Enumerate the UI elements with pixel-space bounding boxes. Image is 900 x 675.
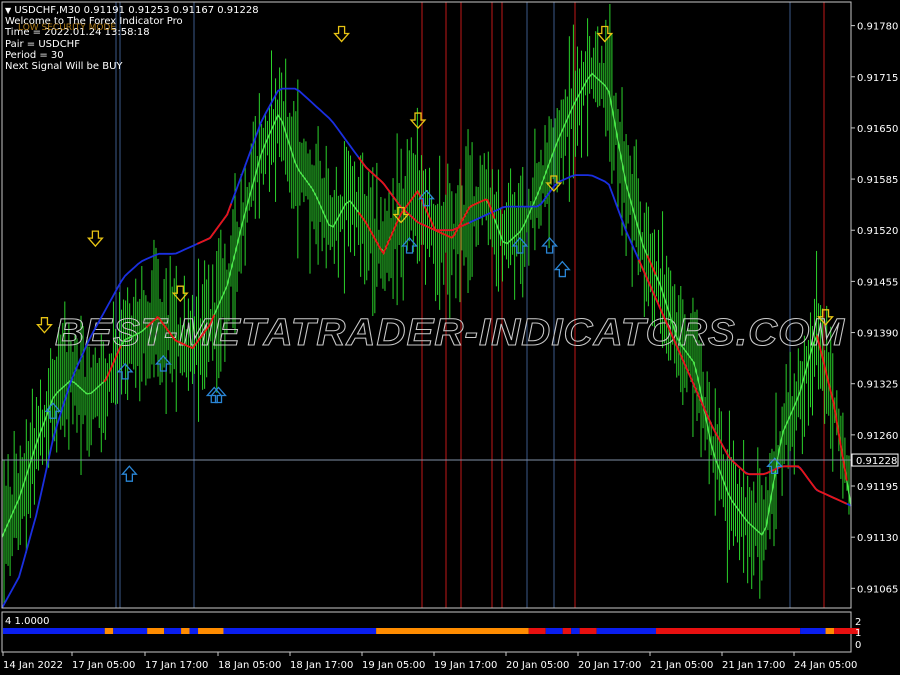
time-label: 17 Jan 05:00 bbox=[72, 660, 135, 671]
indicator-label: 4 1.0000 bbox=[5, 616, 50, 627]
indicator-bar-segment bbox=[545, 628, 563, 634]
time-label: 19 Jan 17:00 bbox=[434, 660, 497, 671]
price-label: 0.91130 bbox=[857, 533, 898, 544]
indicator-panel: 210 bbox=[3, 617, 861, 651]
price-label: 0.91780 bbox=[857, 22, 898, 33]
sell-arrow-icon bbox=[36, 317, 53, 334]
time-label: 20 Jan 05:00 bbox=[506, 660, 569, 671]
price-label: 0.91325 bbox=[857, 380, 898, 391]
time-label: 18 Jan 17:00 bbox=[290, 660, 353, 671]
indicator-scale-label: 2 bbox=[855, 617, 861, 628]
indicator-bar-segment bbox=[655, 628, 801, 634]
price-label: 0.91195 bbox=[857, 482, 898, 493]
info-line-pair: Pair = USDCHF bbox=[5, 38, 80, 50]
indicator-bar-segment bbox=[579, 628, 597, 634]
sell-arrow-icon bbox=[171, 285, 189, 303]
price-label: 0.91260 bbox=[857, 431, 898, 442]
ma-red-segment bbox=[637, 259, 848, 505]
time-label: 19 Jan 05:00 bbox=[362, 660, 425, 671]
indicator-bar-segment bbox=[528, 628, 546, 634]
time-axis: 14 Jan 2022 17 Jan 05:00 17 Jan 17:00 18 Ja… bbox=[2, 652, 857, 671]
time-label: 20 Jan 17:00 bbox=[578, 660, 641, 671]
indicator-bar-segment bbox=[223, 628, 377, 634]
time-label: 24 Jan 05:00 bbox=[794, 660, 857, 671]
price-label: 0.91390 bbox=[857, 329, 898, 340]
info-line-signal: Next Signal Will be BUY bbox=[5, 60, 123, 72]
buy-arrow-icon bbox=[120, 465, 138, 482]
indicator-bar-segment bbox=[104, 628, 114, 634]
buy-arrow-icon bbox=[541, 236, 559, 254]
ma-red-segment bbox=[816, 335, 848, 481]
indicator-bar-segment bbox=[3, 628, 105, 634]
triangle-down-icon[interactable]: ▼ bbox=[5, 6, 11, 15]
price-axis: 0.91780 0.91715 0.91650 0.91585 0.91520 0.914… bbox=[851, 22, 899, 595]
ma-red-segment bbox=[196, 203, 233, 245]
time-label: 14 Jan 2022 bbox=[3, 660, 63, 671]
vertical-lines bbox=[115, 2, 825, 608]
price-label: 0.91455 bbox=[857, 277, 898, 288]
price-label: 0.91715 bbox=[857, 73, 898, 84]
sell-arrow-icon bbox=[86, 230, 104, 248]
indicator-scale-label: 0 bbox=[855, 640, 861, 651]
low-security-overlay: LOW SECURITY MODE bbox=[18, 23, 117, 33]
indicator-bar-segment bbox=[164, 628, 182, 634]
indicator-bar-segment bbox=[571, 628, 580, 634]
watermark-text: BEST-METATRADER-INDICATORS.COM bbox=[55, 312, 845, 354]
price-label: 0.91520 bbox=[857, 226, 898, 237]
time-label: 21 Jan 05:00 bbox=[650, 660, 713, 671]
price-label: 0.91065 bbox=[857, 584, 898, 595]
indicator-scale-label: 1 bbox=[855, 628, 861, 639]
time-label: 18 Jan 05:00 bbox=[218, 660, 281, 671]
sell-arrow-icon bbox=[409, 112, 427, 130]
candlesticks bbox=[1, 4, 852, 606]
buy-arrow-icon bbox=[553, 260, 571, 278]
sell-arrow-icon bbox=[333, 25, 351, 43]
price-label: 0.91650 bbox=[857, 124, 898, 135]
indicator-bar-segment bbox=[800, 628, 826, 634]
indicator-bar-segment bbox=[376, 628, 529, 634]
time-label: 17 Jan 17:00 bbox=[145, 660, 208, 671]
info-panel: ▼ USDCHF,M30 0.91191 0.91253 0.91167 0.9… bbox=[5, 5, 259, 72]
price-label: 0.91585 bbox=[857, 175, 898, 186]
watermark: BEST-METATRADER-INDICATORS.COM bbox=[55, 312, 845, 355]
indicator-bar-segment bbox=[596, 628, 656, 634]
info-line-period: Period = 30 bbox=[5, 49, 64, 61]
time-label: 21 Jan 17:00 bbox=[722, 660, 785, 671]
indicator-bar-segment bbox=[181, 628, 190, 634]
indicator-bar-segment bbox=[147, 628, 165, 634]
indicator-bar-segment bbox=[825, 628, 835, 634]
indicator-bar-segment bbox=[562, 628, 572, 634]
indicator-bar-segment bbox=[113, 628, 148, 634]
symbol-line: ▼ USDCHF,M30 0.91191 0.91253 0.91167 0.9… bbox=[5, 5, 259, 16]
current-price-label: 0.91228 bbox=[856, 456, 897, 467]
chart-canvas[interactable]: BEST-METATRADER-INDICATORS.COM 0.917800.… bbox=[0, 0, 900, 675]
indicator-bar-segment bbox=[189, 628, 199, 634]
symbol-quote: USDCHF,M30 0.91191 0.91253 0.91167 0.912… bbox=[14, 5, 259, 16]
indicator-bar-segment bbox=[198, 628, 224, 634]
